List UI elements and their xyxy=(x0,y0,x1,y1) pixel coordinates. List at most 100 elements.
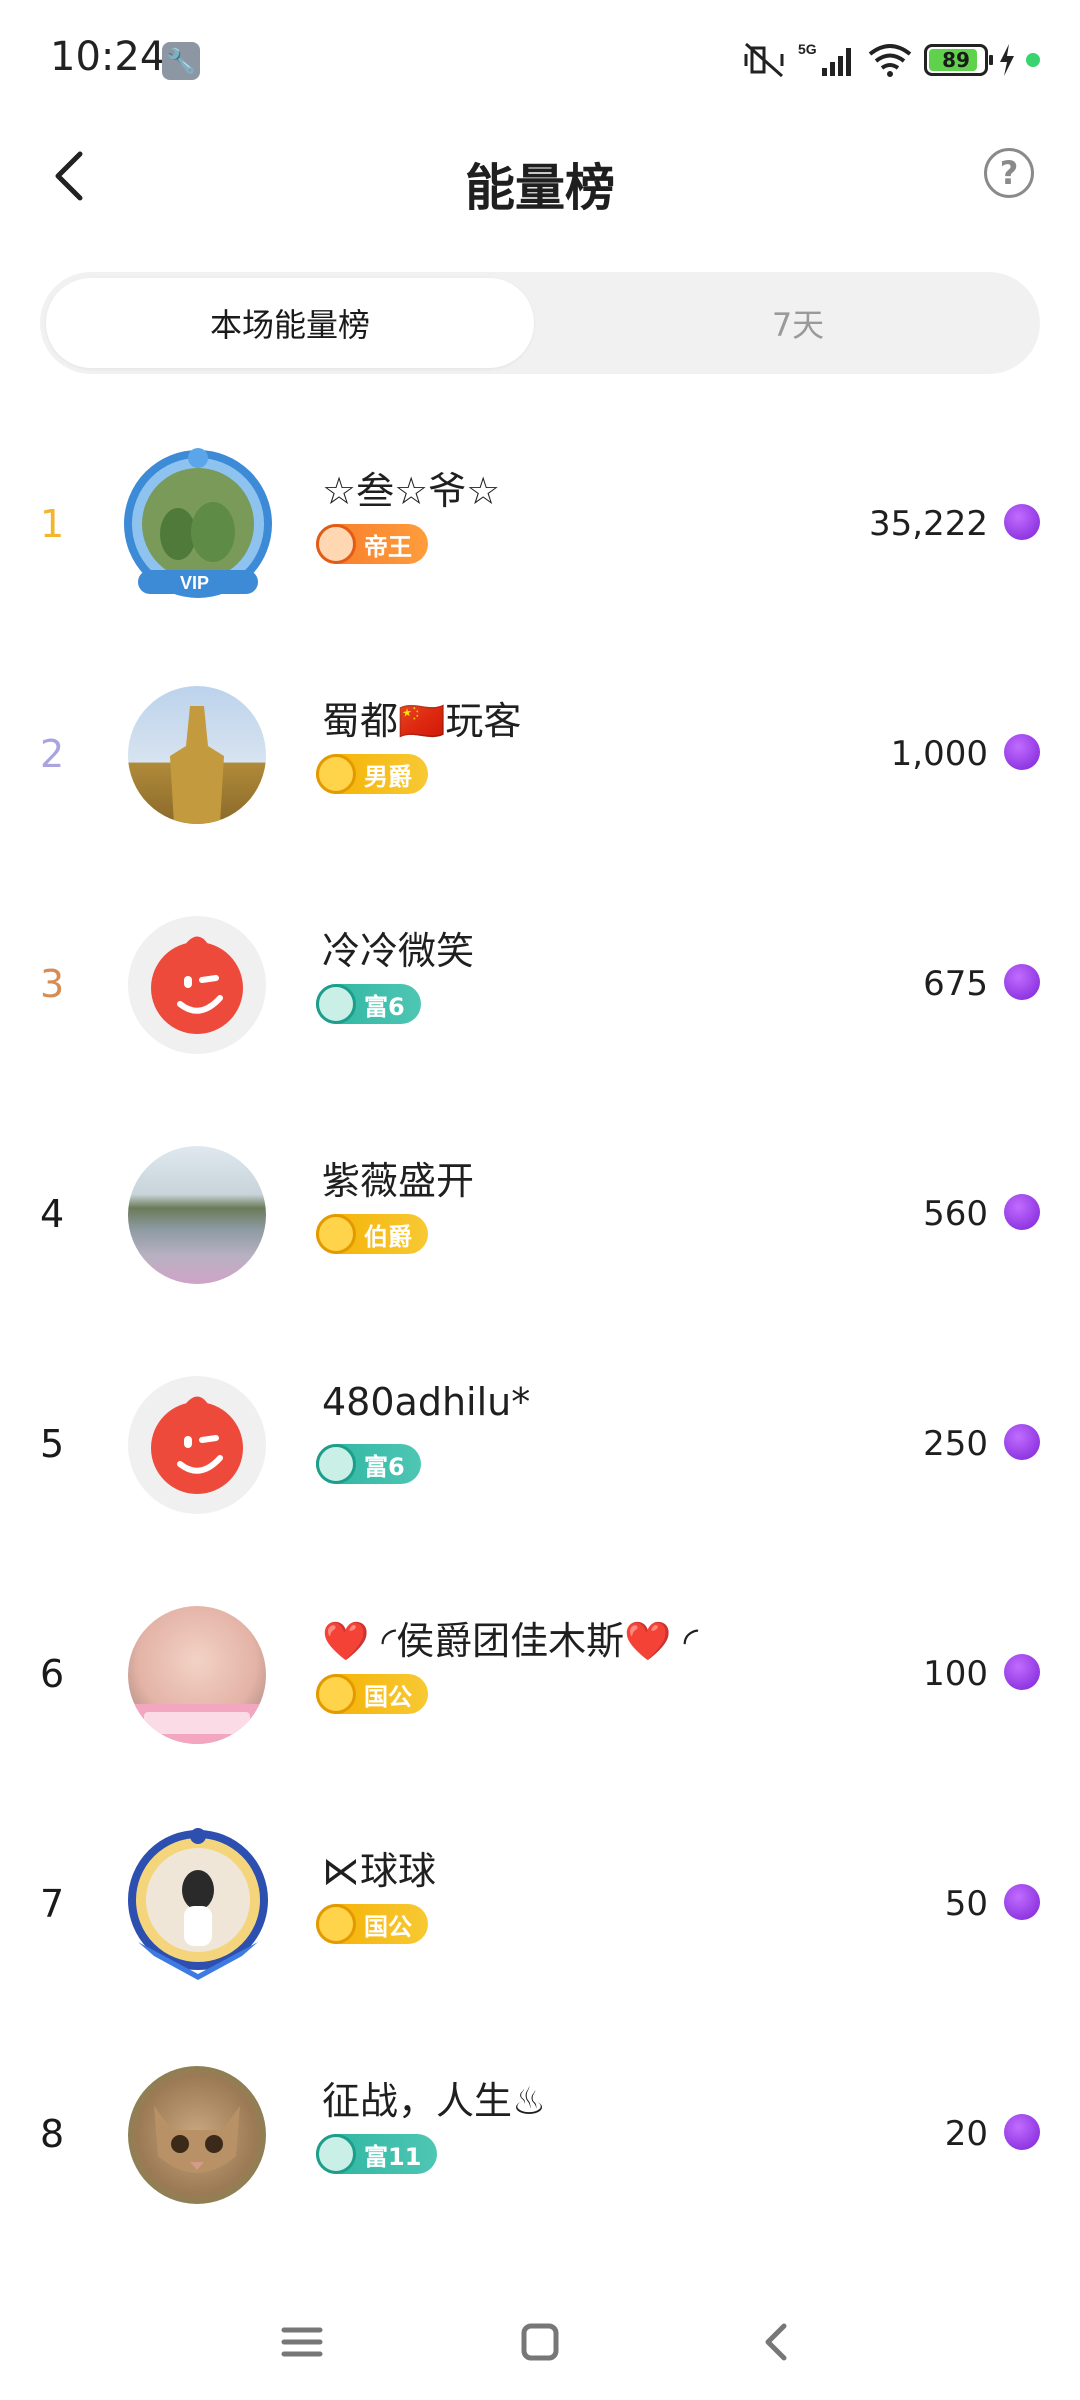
rank-number: 2 xyxy=(40,732,65,776)
rank-number: 1 xyxy=(40,502,65,546)
charging-icon xyxy=(998,38,1016,82)
rank-number: 8 xyxy=(40,2112,65,2156)
help-button[interactable]: ? xyxy=(984,148,1034,198)
rank-number: 3 xyxy=(40,962,65,1006)
list-item[interactable]: 2 蜀都🇨🇳玩客 男爵 1,000 xyxy=(0,640,1080,870)
level-badge: 帝王 xyxy=(316,524,428,564)
status-icons: 5G 89 xyxy=(742,38,1040,82)
list-item[interactable]: 3 冷冷微笑 富6 675 xyxy=(0,870,1080,1100)
triangle-badge-icon xyxy=(316,984,356,1024)
avatar[interactable] xyxy=(128,916,266,1054)
user-name: 蜀都🇨🇳玩客 xyxy=(322,699,522,743)
user-name: 冷冷微笑 xyxy=(322,929,475,973)
avatar-image xyxy=(128,2066,266,2204)
tab-7-days[interactable]: 7天 xyxy=(568,278,1028,368)
energy-bolt-icon xyxy=(1004,2114,1040,2150)
list-item[interactable]: 5 480adhilu* 富6 250 xyxy=(0,1330,1080,1560)
chevron-left-icon xyxy=(765,2323,787,2361)
avatar-image xyxy=(128,916,266,1054)
crown-badge-icon xyxy=(316,524,356,564)
level-badge: 男爵 xyxy=(316,754,428,794)
badge-label: 富11 xyxy=(364,2142,422,2171)
wrench-icon: 🔧 xyxy=(162,42,200,80)
menu-icon xyxy=(281,2327,323,2357)
avatar[interactable] xyxy=(128,1828,268,1980)
avatar[interactable] xyxy=(128,686,266,824)
system-navigation-bar xyxy=(0,2280,1080,2400)
energy-bolt-icon xyxy=(1004,1194,1040,1230)
wink-face-icon xyxy=(151,936,243,1034)
user-name: ⋉球球 xyxy=(322,1849,437,1893)
energy-score: 50 xyxy=(944,1884,988,1924)
level-badge: 伯爵 xyxy=(316,1214,428,1254)
privacy-indicator-dot xyxy=(1026,53,1040,67)
list-item[interactable]: 1 VIP ☆叁☆爷☆ 帝王 35,222 xyxy=(0,410,1080,640)
rank-number: 6 xyxy=(40,1652,65,1696)
avatar[interactable]: VIP xyxy=(124,448,272,598)
energy-bolt-icon xyxy=(1004,964,1040,1000)
energy-bolt-icon xyxy=(1004,504,1040,540)
avatar-image xyxy=(128,1606,266,1744)
energy-bolt-icon xyxy=(1004,1884,1040,1920)
level-badge: 富6 xyxy=(316,1444,421,1484)
energy-score: 20 xyxy=(944,2114,988,2154)
energy-score: 1,000 xyxy=(890,734,988,774)
avatar-image xyxy=(128,686,266,824)
energy-score: 100 xyxy=(923,1654,988,1694)
avatar[interactable] xyxy=(128,2066,266,2204)
user-name: 征战，人生♨ xyxy=(322,2079,547,2123)
app-header: 能量榜 ? xyxy=(0,120,1080,240)
avatar-image xyxy=(128,1376,266,1514)
vip-frame-avatar: VIP xyxy=(124,448,272,598)
home-button[interactable] xyxy=(510,2312,570,2372)
level-badge: 富11 xyxy=(316,2134,438,2174)
user-name: 480adhilu* xyxy=(322,1380,531,1424)
avatar[interactable] xyxy=(128,1376,266,1514)
page-title: 能量榜 xyxy=(465,159,615,217)
level-badge: 富6 xyxy=(316,984,421,1024)
nav-back-button[interactable] xyxy=(748,2312,808,2372)
list-item[interactable]: 8 征战，人生♨ 富11 20 xyxy=(0,2020,1080,2250)
user-name: ❤️ ◜侯爵团佳木斯❤️ ◜ xyxy=(322,1619,699,1663)
rank-number: 7 xyxy=(40,1882,65,1926)
status-time: 10:24 xyxy=(50,34,166,80)
energy-bolt-icon xyxy=(1004,1424,1040,1460)
badge-label: 男爵 xyxy=(364,762,412,791)
avatar[interactable] xyxy=(128,1146,266,1284)
triangle-badge-icon xyxy=(316,1444,356,1484)
cellular-signal-icon: 5G xyxy=(796,38,856,82)
diamond-badge-icon xyxy=(316,1674,356,1714)
badge-label: 国公 xyxy=(364,1912,412,1941)
svg-text:VIP: VIP xyxy=(180,573,209,593)
level-badge: 国公 xyxy=(316,1904,428,1944)
energy-bolt-icon xyxy=(1004,734,1040,770)
decorated-frame-avatar xyxy=(128,1828,268,1980)
user-name: ☆叁☆爷☆ xyxy=(322,469,501,513)
avatar[interactable] xyxy=(128,1606,266,1744)
energy-score: 675 xyxy=(923,964,988,1004)
cat-face-image xyxy=(154,2106,240,2173)
battery-indicator: 89 xyxy=(924,44,993,76)
energy-ranking-page: 10:24 🔧 5G 89 能量榜 ? 本场能量榜 7天 1 VIP ☆叁☆爷☆… xyxy=(0,0,1080,2400)
diamond-badge-icon xyxy=(316,1904,356,1944)
energy-bolt-icon xyxy=(1004,1654,1040,1690)
home-square-icon xyxy=(521,2323,559,2361)
tab-current-session[interactable]: 本场能量榜 xyxy=(46,278,534,368)
badge-label: 富6 xyxy=(364,1452,405,1481)
diamond-badge-icon xyxy=(316,1214,356,1254)
status-bar: 10:24 🔧 5G 89 xyxy=(0,0,1080,120)
list-item[interactable]: 7 ⋉球球 国公 50 xyxy=(0,1790,1080,2020)
badge-label: 富6 xyxy=(364,992,405,1021)
avatar-image xyxy=(128,1146,266,1284)
menu-button[interactable] xyxy=(272,2312,332,2372)
ranking-tabs: 本场能量榜 7天 xyxy=(40,272,1040,374)
list-item[interactable]: 6 ❤️ ◜侯爵团佳木斯❤️ ◜ 国公 100 xyxy=(0,1560,1080,1790)
battery-level: 89 xyxy=(942,48,970,72)
energy-score: 35,222 xyxy=(869,504,988,544)
diamond-badge-icon xyxy=(316,754,356,794)
badge-label: 国公 xyxy=(364,1682,412,1711)
user-name: 紫薇盛开 xyxy=(322,1159,475,1203)
list-item[interactable]: 4 紫薇盛开 伯爵 560 xyxy=(0,1100,1080,1330)
energy-score: 560 xyxy=(923,1194,988,1234)
badge-label: 帝王 xyxy=(364,532,412,561)
